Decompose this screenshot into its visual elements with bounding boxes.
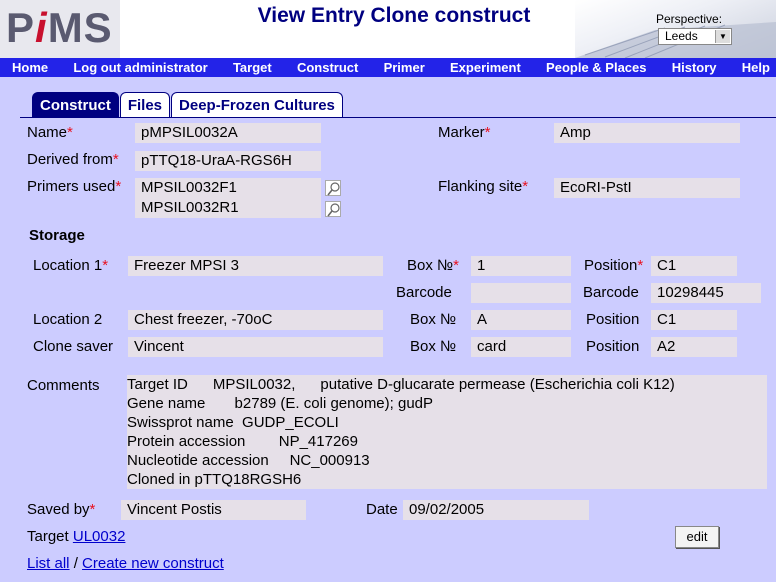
position2-value: C1	[651, 310, 737, 330]
barcode-left-value	[471, 283, 571, 303]
nav-help[interactable]: Help	[742, 60, 770, 75]
primer-item: MPSIL0032R1	[141, 199, 239, 216]
saved-by-value: Vincent Postis	[121, 500, 306, 520]
required-marker: *	[522, 178, 529, 195]
perspective-label: Perspective:	[656, 12, 723, 26]
list-all-link[interactable]: List all	[27, 555, 70, 572]
primers-list: MPSIL0032F1 MPSIL0032R1	[135, 178, 321, 218]
primers-used-label: Primers used*	[27, 178, 122, 195]
derived-from-label: Derived from*	[27, 151, 119, 168]
perspective-value: Leeds	[665, 29, 698, 43]
required-marker: *	[453, 257, 459, 274]
comments-label: Comments	[27, 377, 100, 394]
perspective-select[interactable]: Leeds ▼	[658, 28, 732, 45]
comment-line: Protein accession NP_417269	[127, 433, 358, 450]
footer-links: List all / Create new construct	[27, 555, 224, 572]
view-primer-icon[interactable]	[325, 201, 341, 217]
nav-construct[interactable]: Construct	[297, 60, 358, 75]
tab-bar: Construct Files Deep-Frozen Cultures	[32, 92, 344, 118]
date-label: Date	[366, 501, 398, 518]
position3-label: Position	[586, 338, 640, 355]
header: PiMS View Entry Clone construct Perspect…	[0, 0, 776, 58]
required-marker: *	[89, 501, 96, 518]
barcode-label: Barcode	[396, 284, 452, 301]
barcode-right-value: 10298445	[651, 283, 761, 303]
main-nav: Home Log out administrator Target Constr…	[0, 58, 776, 77]
box3-value: card	[471, 337, 571, 357]
nav-primer[interactable]: Primer	[384, 60, 425, 75]
box2-value: A	[471, 310, 571, 330]
date-value: 09/02/2005	[403, 500, 589, 520]
chevron-down-icon[interactable]: ▼	[715, 30, 730, 43]
position1-label: Position*	[584, 257, 644, 274]
derived-from-value: pTTQ18-UraA-RGS6H	[135, 151, 321, 171]
nav-people-places[interactable]: People & Places	[546, 60, 646, 75]
box2-label: Box №	[410, 311, 457, 328]
create-new-construct-link[interactable]: Create new construct	[82, 555, 224, 572]
required-marker: *	[102, 257, 109, 274]
comment-line: Cloned in pTTQ18RGSH6	[127, 471, 302, 488]
clone-saver-label: Clone saver	[33, 338, 114, 355]
flanking-site-value: EcoRI-PstI	[554, 178, 740, 198]
target-row: Target UL0032	[27, 528, 125, 545]
required-marker: *	[484, 124, 491, 141]
position1-value: C1	[651, 256, 737, 276]
nav-experiment[interactable]: Experiment	[450, 60, 521, 75]
name-value: pMPSIL0032A	[135, 123, 321, 143]
link-separator: /	[73, 555, 78, 572]
position3-value: A2	[651, 337, 737, 357]
view-primer-icon[interactable]	[325, 180, 341, 196]
marker-value: Amp	[554, 123, 740, 143]
nav-home[interactable]: Home	[12, 60, 48, 75]
box1-value: 1	[471, 256, 571, 276]
clone-saver-value: Vincent	[128, 337, 383, 357]
construct-panel: Name* pMPSIL0032A Marker* Amp Derived fr…	[20, 118, 776, 582]
comment-line: Swissprot name GUDP_ECOLI	[127, 414, 339, 431]
target-link[interactable]: UL0032	[73, 528, 126, 545]
comment-line: Target ID MPSIL0032, putative D-glucarat…	[127, 376, 675, 393]
nav-logout[interactable]: Log out administrator	[73, 60, 207, 75]
required-marker: *	[115, 178, 122, 195]
box3-label: Box №	[410, 338, 457, 355]
pims-logo: PiMS	[0, 0, 120, 58]
comment-line: Nucleotide accession NC_000913	[127, 452, 370, 469]
nav-history[interactable]: History	[672, 60, 717, 75]
location2-label: Location 2	[33, 311, 103, 328]
location2-value: Chest freezer, -70oC	[128, 310, 383, 330]
edit-button[interactable]: edit	[675, 526, 719, 548]
comments-box: Target ID MPSIL0032, putative D-glucarat…	[127, 375, 767, 489]
comment-line: Gene name b2789 (E. coli genome); gudP	[127, 395, 434, 412]
required-marker: *	[112, 151, 119, 168]
marker-label: Marker*	[438, 124, 491, 141]
tab-deep-frozen-cultures[interactable]: Deep-Frozen Cultures	[171, 92, 343, 118]
required-marker: *	[637, 257, 644, 274]
required-marker: *	[67, 124, 73, 141]
storage-heading: Storage	[29, 227, 85, 244]
position2-label: Position	[586, 311, 640, 328]
name-label: Name*	[27, 124, 73, 141]
tab-files[interactable]: Files	[119, 92, 171, 118]
location1-value: Freezer MPSI 3	[128, 256, 383, 276]
location1-label: Location 1*	[33, 257, 109, 274]
flanking-site-label: Flanking site*	[438, 178, 529, 195]
barcode-label-2: Barcode	[583, 284, 639, 301]
primer-item: MPSIL0032F1	[141, 179, 237, 196]
nav-target[interactable]: Target	[233, 60, 272, 75]
saved-by-label: Saved by*	[27, 501, 96, 518]
tab-construct[interactable]: Construct	[32, 92, 119, 118]
target-label: Target	[27, 528, 69, 545]
box1-label: Box №*	[407, 257, 459, 274]
